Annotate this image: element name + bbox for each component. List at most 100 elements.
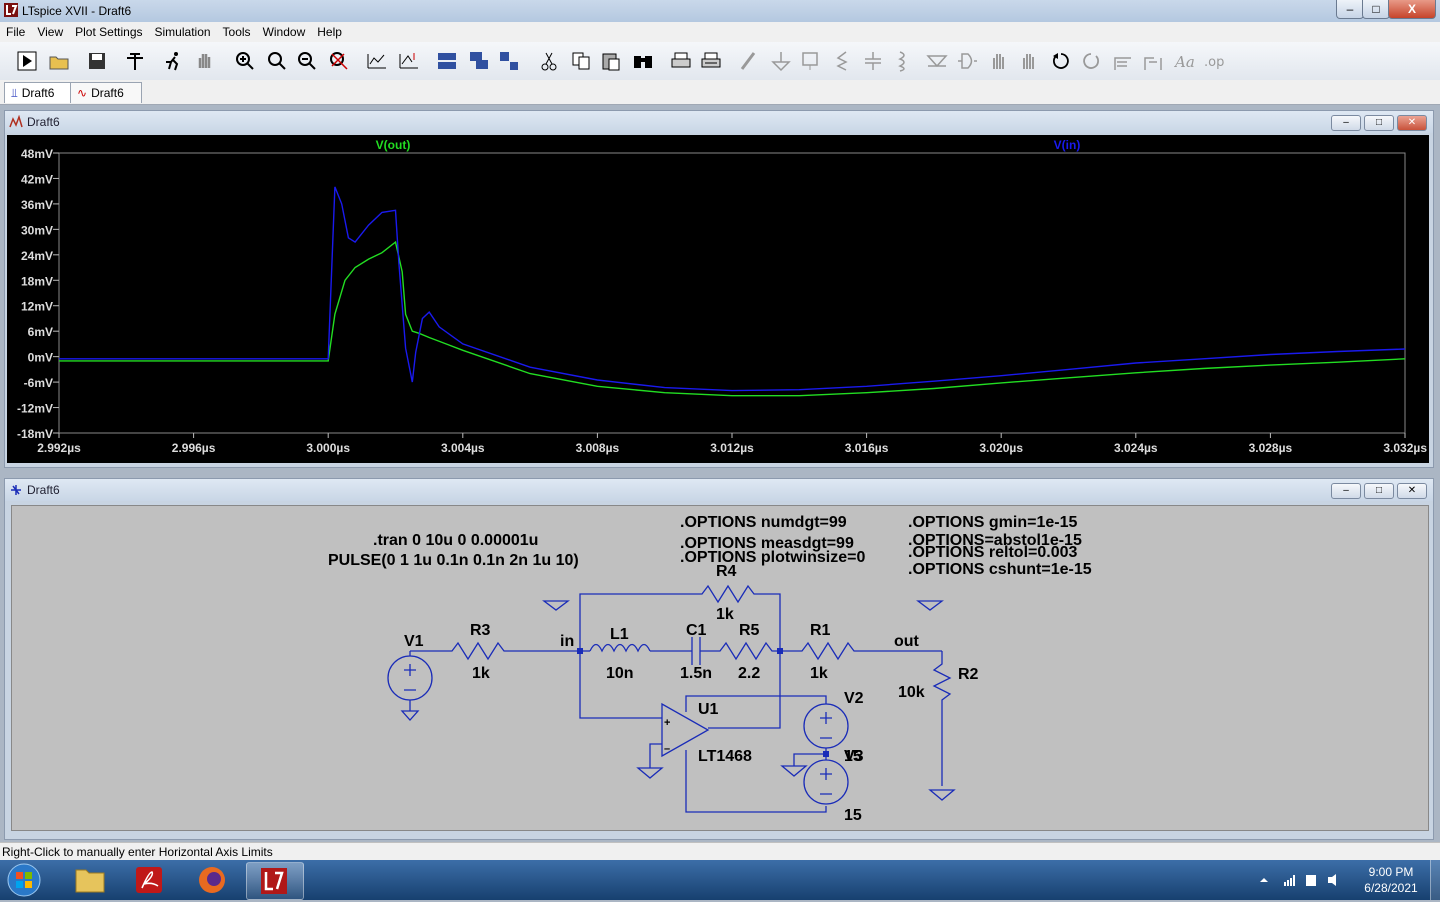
plot-area[interactable]: 48mV 42mV 36mV 30mV 24mV 18mV 12mV 6mV 0mV -6mV -1… — [7, 135, 1429, 463]
schematic-maximize-button[interactable]: □ — [1364, 483, 1394, 499]
y-tick-label: 18mV — [21, 274, 53, 288]
control-panel-icon[interactable] — [124, 50, 146, 72]
tile-horizontal-icon[interactable] — [436, 50, 458, 72]
title-bar: LTspice XVII - Draft6 – □ X — [0, 0, 1440, 22]
waveform-minimize-button[interactable]: – — [1331, 115, 1361, 131]
x-tick-label: 3.016µs — [845, 441, 889, 455]
options-numdgt-directive[interactable]: .OPTIONS numdgt=99 — [680, 514, 847, 531]
tab-label: Draft6 — [21, 86, 55, 100]
taskbar-acrobat[interactable] — [122, 862, 178, 898]
x-tick-label: 2.996µs — [172, 441, 216, 455]
close-button[interactable]: X — [1388, 0, 1436, 19]
resistor-icon[interactable] — [832, 50, 854, 72]
taskbar-firefox[interactable] — [184, 862, 240, 898]
taskbar-ltspice[interactable] — [246, 862, 304, 900]
tile-icon[interactable] — [498, 50, 520, 72]
menu-help[interactable]: Help — [311, 25, 348, 39]
zoom-in-icon[interactable] — [234, 50, 256, 72]
wire — [708, 651, 781, 729]
run-icon[interactable] — [16, 50, 38, 72]
y-tick-label: 24mV — [21, 249, 53, 263]
diode-icon[interactable] — [926, 50, 948, 72]
schematic-close-button[interactable]: ✕ — [1397, 483, 1427, 499]
c1-label: C1 — [686, 622, 707, 639]
ground-icon[interactable] — [770, 50, 792, 72]
acrobat-icon — [136, 867, 162, 893]
menu-plot-settings[interactable]: Plot Settings — [69, 25, 148, 39]
r2-label: R2 — [958, 666, 979, 683]
system-tray-icons[interactable] — [1256, 872, 1350, 888]
tran-directive[interactable]: .tran 0 10u 0 0.00001u — [373, 532, 538, 549]
mirror-icon[interactable] — [1142, 50, 1164, 72]
autorange-icon[interactable] — [366, 50, 388, 72]
find-icon[interactable] — [632, 50, 654, 72]
cut-icon[interactable] — [538, 50, 560, 72]
text-icon[interactable]: Aa — [1174, 50, 1196, 72]
capacitor-icon[interactable] — [862, 50, 884, 72]
schematic-icon: ⫫ — [11, 85, 18, 100]
wire-icon[interactable] — [738, 50, 760, 72]
clock-date: 6/28/2021 — [1364, 881, 1418, 895]
x-tick-label: 3.020µs — [979, 441, 1023, 455]
tab-schematic-draft6[interactable]: ⫫ Draft6 — [4, 82, 72, 103]
copy-icon[interactable] — [570, 50, 592, 72]
pan-hand-icon[interactable] — [194, 50, 216, 72]
r4-value: 1k — [716, 606, 734, 623]
zoom-out-icon[interactable] — [296, 50, 318, 72]
series-line-v-in — [59, 186, 1406, 392]
schematic-drawing[interactable]: .tran 0 10u 0 0.00001u PULSE(0 1 1u 0.1n… — [12, 506, 1428, 830]
cascade-icon[interactable] — [468, 50, 490, 72]
rotate-icon[interactable] — [1112, 50, 1134, 72]
zoom-fit-icon[interactable] — [328, 50, 350, 72]
ground-supply-icon — [780, 765, 808, 777]
menu-tools[interactable]: Tools — [217, 25, 257, 39]
waveform-plot[interactable]: 48mV 42mV 36mV 30mV 24mV 18mV 12mV 6mV 0mV -6mV -1… — [7, 135, 1429, 463]
print-setup-icon[interactable] — [700, 50, 722, 72]
schematic-minimize-button[interactable]: – — [1331, 483, 1361, 499]
options-plotwinsize-directive[interactable]: .OPTIONS plotwinsize=0 — [680, 549, 865, 566]
start-button-icon[interactable] — [4, 862, 44, 898]
component-icon[interactable] — [956, 50, 978, 72]
save-icon[interactable] — [86, 50, 108, 72]
y-tick-label: 36mV — [21, 198, 53, 212]
zoom-rect-icon[interactable] — [266, 50, 288, 72]
minimize-button[interactable]: – — [1336, 0, 1364, 19]
y-tick-label: 12mV — [21, 300, 53, 314]
drag-icon[interactable] — [1018, 50, 1040, 72]
options-gmin-directive[interactable]: .OPTIONS gmin=1e-15 — [908, 514, 1077, 531]
redo-icon[interactable] — [1080, 50, 1102, 72]
pulse-directive[interactable]: PULSE(0 1 1u 0.1n 0.1n 2n 1u 10) — [328, 552, 579, 569]
ground-top-left-icon — [542, 600, 570, 611]
y-tick-label: -6mV — [24, 376, 53, 390]
taskbar-clock[interactable]: 9:00 PM 6/28/2021 — [1356, 864, 1426, 896]
maximize-button[interactable]: □ — [1362, 0, 1390, 19]
wire — [649, 743, 662, 768]
document-tab-bar: ⫫ Draft6 ∿ Draft6 — [0, 80, 1440, 105]
schematic-canvas[interactable]: .tran 0 10u 0 0.00001u PULSE(0 1 1u 0.1n… — [11, 505, 1429, 831]
tab-waveform-draft6[interactable]: ∿ Draft6 — [70, 82, 142, 103]
menu-window[interactable]: Window — [257, 25, 312, 39]
open-icon[interactable] — [48, 50, 70, 72]
label-icon[interactable] — [800, 50, 822, 72]
menu-simulation[interactable]: Simulation — [149, 25, 217, 39]
y-tick-label: -18mV — [17, 427, 53, 441]
run-man-icon[interactable] — [162, 50, 184, 72]
options-reltol-directive[interactable]: .OPTIONS reltol=0.003 — [908, 544, 1078, 561]
waveform-maximize-button[interactable]: □ — [1364, 115, 1394, 131]
waveform-close-button[interactable]: ✕ — [1397, 115, 1427, 131]
paste-icon[interactable] — [600, 50, 622, 72]
undo-icon[interactable] — [1050, 50, 1072, 72]
move-icon[interactable] — [988, 50, 1010, 72]
show-desktop-button[interactable] — [1430, 860, 1440, 900]
menu-view[interactable]: View — [31, 25, 69, 39]
x-tick-label: 3.028µs — [1249, 441, 1293, 455]
print-icon[interactable] — [670, 50, 692, 72]
taskbar-explorer[interactable] — [62, 862, 118, 898]
y-tick-label: -12mV — [17, 402, 53, 416]
options-cshunt-directive[interactable]: .OPTIONS cshunt=1e-15 — [908, 561, 1092, 578]
inductor-icon[interactable] — [892, 50, 914, 72]
spice-directive-icon[interactable]: .op — [1204, 50, 1226, 72]
l1-value: 10n — [606, 665, 634, 682]
menu-file[interactable]: File — [0, 25, 31, 39]
marker-icon[interactable] — [398, 50, 420, 72]
